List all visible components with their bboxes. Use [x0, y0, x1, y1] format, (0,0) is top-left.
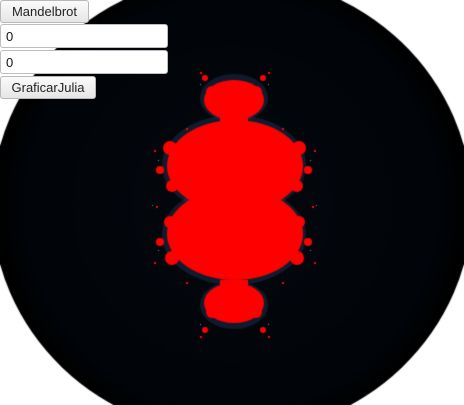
c-imag-input[interactable] — [0, 50, 168, 74]
mandelbrot-button[interactable]: Mandelbrot — [0, 0, 89, 23]
graficar-julia-button[interactable]: GraficarJulia — [0, 76, 96, 99]
c-real-input[interactable] — [0, 24, 168, 48]
